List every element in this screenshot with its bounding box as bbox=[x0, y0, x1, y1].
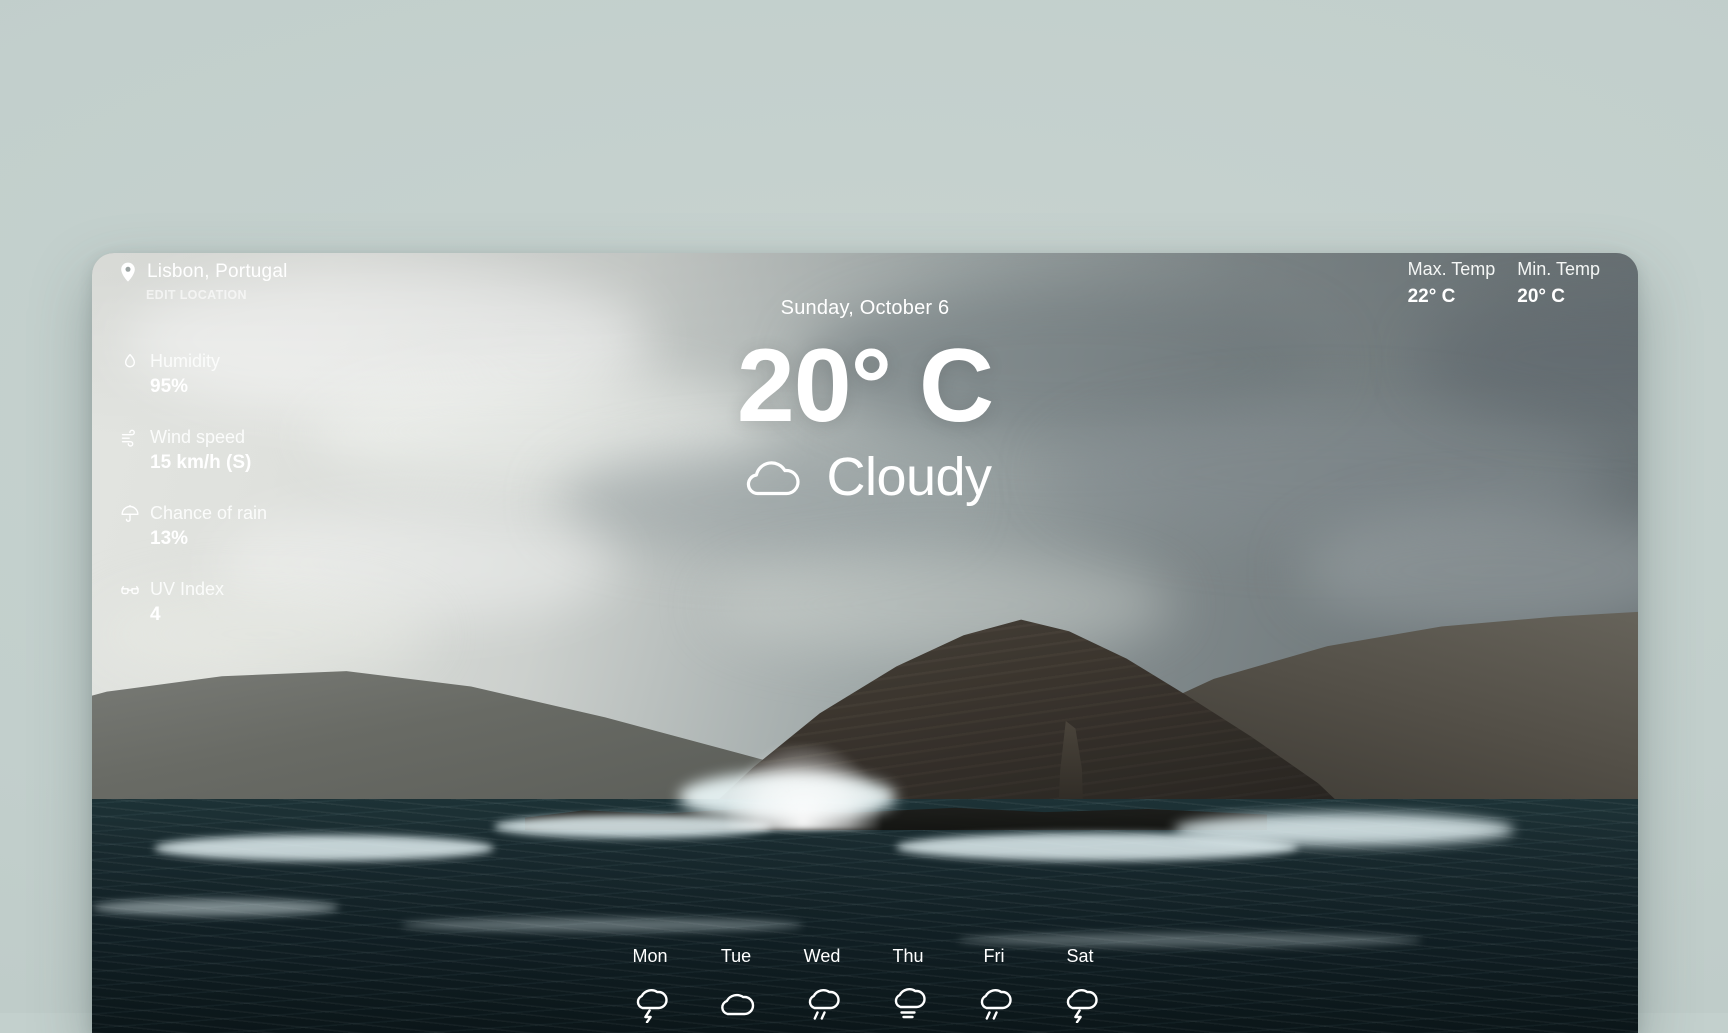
current-date: Sunday, October 6 bbox=[92, 297, 1638, 320]
cloud-icon bbox=[738, 454, 804, 500]
forecast-day-wed[interactable]: Wed bbox=[779, 946, 865, 1023]
forecast-day-label: Thu bbox=[865, 946, 951, 967]
cloud-rain-icon bbox=[779, 983, 865, 1023]
forecast-day-label: Fri bbox=[951, 946, 1037, 967]
stat-value: 13% bbox=[150, 528, 267, 550]
forecast-row: Mon Tue Wed bbox=[92, 946, 1638, 1023]
cloud-lightning-icon bbox=[607, 983, 693, 1023]
stat-chance-of-rain: Chance of rain 13% bbox=[120, 503, 267, 550]
location-name: Lisbon, Portugal bbox=[147, 261, 288, 283]
current-conditions: Sunday, October 6 20° C Cloudy bbox=[92, 297, 1638, 508]
sunglasses-icon bbox=[120, 580, 140, 600]
min-temp-label: Min. Temp bbox=[1517, 259, 1600, 280]
forecast-day-thu[interactable]: Thu bbox=[865, 946, 951, 1023]
max-temp-label: Max. Temp bbox=[1408, 259, 1496, 280]
location-block: Lisbon, Portugal EDIT LOCATION bbox=[120, 261, 288, 302]
current-condition: Cloudy bbox=[826, 446, 991, 508]
forecast-day-fri[interactable]: Fri bbox=[951, 946, 1037, 1023]
forecast-day-sat[interactable]: Sat bbox=[1037, 946, 1123, 1023]
current-temperature: 20° C bbox=[92, 330, 1638, 442]
cloud-rain-icon bbox=[951, 983, 1037, 1023]
stat-label: UV Index bbox=[150, 579, 224, 600]
forecast-day-tue[interactable]: Tue bbox=[693, 946, 779, 1023]
cloud-icon bbox=[693, 983, 779, 1023]
cloud-lightning-icon bbox=[1037, 983, 1123, 1023]
weather-card: Lisbon, Portugal EDIT LOCATION Humidity … bbox=[92, 253, 1638, 1033]
card-overlay: Lisbon, Portugal EDIT LOCATION Humidity … bbox=[92, 253, 1638, 1033]
stat-uv-index: UV Index 4 bbox=[120, 579, 267, 626]
stat-value: 4 bbox=[150, 604, 267, 626]
forecast-day-label: Sat bbox=[1037, 946, 1123, 967]
forecast-day-label: Mon bbox=[607, 946, 693, 967]
forecast-day-mon[interactable]: Mon bbox=[607, 946, 693, 1023]
cloud-fog-icon bbox=[865, 983, 951, 1023]
forecast-day-label: Tue bbox=[693, 946, 779, 967]
forecast-day-label: Wed bbox=[779, 946, 865, 967]
map-pin-icon bbox=[120, 262, 136, 282]
